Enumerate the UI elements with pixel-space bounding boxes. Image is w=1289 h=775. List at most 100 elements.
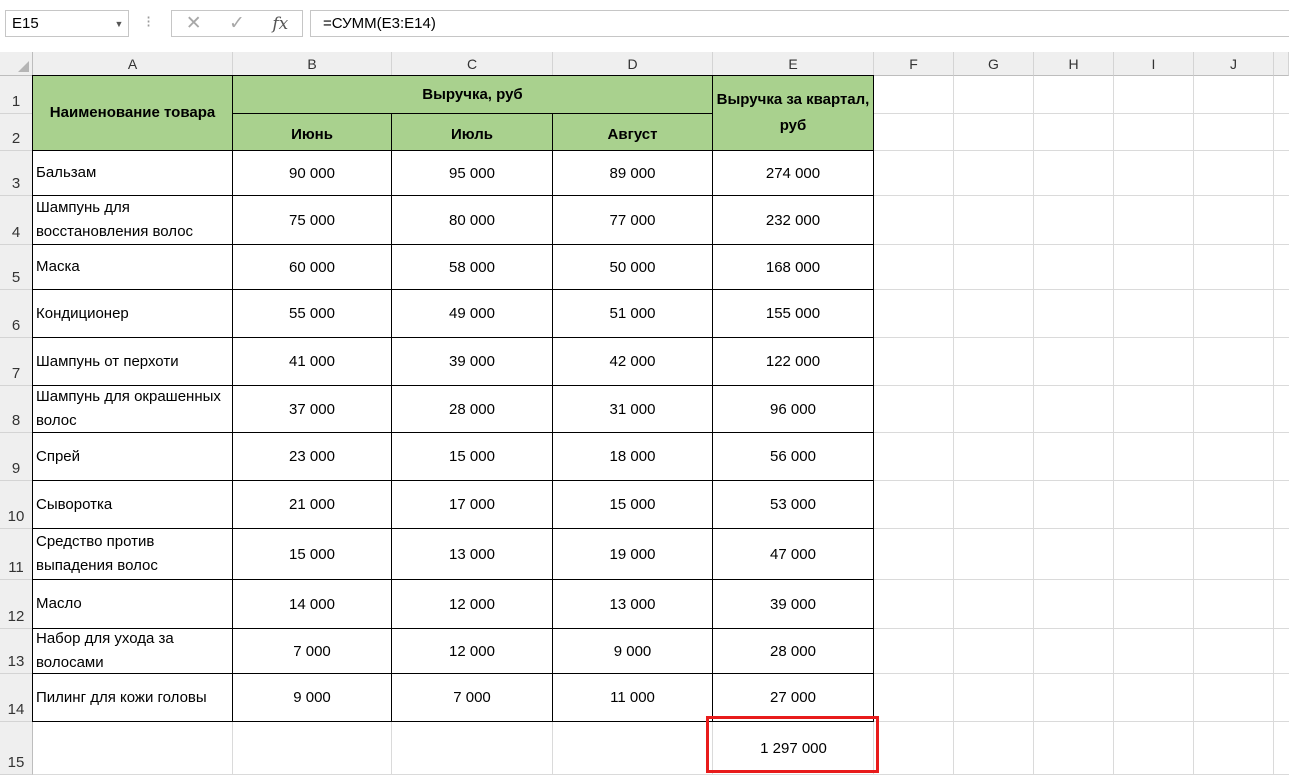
june-value-cell[interactable]: 90 000 [232,150,392,196]
row-header-7[interactable]: 7 [0,338,33,386]
row-header-14[interactable]: 14 [0,674,33,722]
column-header-e[interactable]: E [713,52,874,76]
row-header-13[interactable]: 13 [0,629,33,674]
august-value-cell[interactable]: 19 000 [552,528,713,580]
july-value-cell[interactable]: 17 000 [391,480,553,529]
formula-input[interactable]: =СУММ(E3:E14) [310,10,1289,37]
column-header-b[interactable]: B [233,52,392,76]
august-value-cell[interactable]: 89 000 [552,150,713,196]
select-all-button[interactable] [0,52,33,76]
header-revenue[interactable]: Выручка, руб [232,75,713,114]
quarter-total-cell[interactable]: 274 000 [712,150,874,196]
product-name-cell[interactable]: Шампунь для окрашенных волос [32,385,233,433]
june-value-cell[interactable]: 14 000 [232,579,392,629]
row-header-12[interactable]: 12 [0,580,33,629]
august-value-cell[interactable]: 51 000 [552,289,713,338]
drag-handle-icon[interactable]: ⁝ [146,14,152,34]
july-value-cell[interactable]: 7 000 [391,673,553,722]
july-value-cell[interactable]: 28 000 [391,385,553,433]
july-value-cell[interactable]: 58 000 [391,244,553,290]
column-header-g[interactable]: G [954,52,1034,76]
june-value-cell[interactable]: 41 000 [232,337,392,386]
august-value-cell[interactable]: 15 000 [552,480,713,529]
july-value-cell[interactable]: 95 000 [391,150,553,196]
header-month[interactable]: Июль [391,113,553,151]
row-header-10[interactable]: 10 [0,481,33,529]
july-value-cell[interactable]: 80 000 [391,195,553,245]
header-month[interactable]: Июнь [232,113,392,151]
quarter-total-cell[interactable]: 56 000 [712,432,874,481]
june-value-cell[interactable]: 60 000 [232,244,392,290]
column-header-c[interactable]: C [392,52,553,76]
row-header-5[interactable]: 5 [0,245,33,290]
june-value-cell[interactable]: 21 000 [232,480,392,529]
quarter-total-cell[interactable]: 122 000 [712,337,874,386]
quarter-total-cell[interactable]: 168 000 [712,244,874,290]
august-value-cell[interactable]: 18 000 [552,432,713,481]
july-value-cell[interactable]: 12 000 [391,579,553,629]
june-value-cell[interactable]: 15 000 [232,528,392,580]
column-header-f[interactable]: F [874,52,954,76]
product-name-cell[interactable]: Пилинг для кожи головы [32,673,233,722]
cancel-icon[interactable]: ✕ [186,12,202,35]
quarter-total-cell[interactable]: 232 000 [712,195,874,245]
row-header-11[interactable]: 11 [0,529,33,580]
product-name-cell[interactable]: Набор для ухода за волосами [32,628,233,674]
quarter-total-cell[interactable]: 155 000 [712,289,874,338]
row-header-9[interactable]: 9 [0,433,33,481]
june-value-cell[interactable]: 37 000 [232,385,392,433]
row-header-1[interactable]: 1 [0,76,33,114]
july-value-cell[interactable]: 39 000 [391,337,553,386]
june-value-cell[interactable]: 9 000 [232,673,392,722]
column-header-i[interactable]: I [1114,52,1194,76]
august-value-cell[interactable]: 77 000 [552,195,713,245]
insert-function-icon[interactable]: fx [272,14,288,34]
row-header-8[interactable]: 8 [0,386,33,433]
product-name-cell[interactable]: Спрей [32,432,233,481]
name-box[interactable]: E15 ▼ [5,10,129,37]
product-name-cell[interactable]: Бальзам [32,150,233,196]
quarter-total-cell[interactable]: 47 000 [712,528,874,580]
quarter-total-cell[interactable]: 39 000 [712,579,874,629]
august-value-cell[interactable]: 31 000 [552,385,713,433]
product-name-cell[interactable]: Сыворотка [32,480,233,529]
spreadsheet-grid[interactable]: ABCDEFGHIJ 1 2 3 4 5 6 7 8 9 10 11 12 13 14 15 Наимено… [0,52,1289,775]
june-value-cell[interactable]: 7 000 [232,628,392,674]
product-name-cell[interactable]: Средство против выпадения волос [32,528,233,580]
product-name-cell[interactable]: Кондиционер [32,289,233,338]
quarter-total-cell[interactable]: 27 000 [712,673,874,722]
quarter-total-cell[interactable]: 28 000 [712,628,874,674]
august-value-cell[interactable]: 11 000 [552,673,713,722]
column-header-d[interactable]: D [553,52,713,76]
row-header-3[interactable]: 3 [0,151,33,196]
july-value-cell[interactable]: 49 000 [391,289,553,338]
row-header-4[interactable]: 4 [0,196,33,245]
june-value-cell[interactable]: 23 000 [232,432,392,481]
header-product-name[interactable]: Наименование товара [32,75,233,151]
column-header-j[interactable]: J [1194,52,1274,76]
product-name-cell[interactable]: Шампунь для восстановления волос [32,195,233,245]
row-header-6[interactable]: 6 [0,290,33,338]
header-month[interactable]: Август [552,113,713,151]
july-value-cell[interactable]: 15 000 [391,432,553,481]
quarter-total-cell[interactable]: 96 000 [712,385,874,433]
quarter-total-cell[interactable]: 53 000 [712,480,874,529]
june-value-cell[interactable]: 75 000 [232,195,392,245]
column-header-next[interactable] [1274,52,1289,76]
column-header-h[interactable]: H [1034,52,1114,76]
june-value-cell[interactable]: 55 000 [232,289,392,338]
row-header-15[interactable]: 15 [0,722,33,775]
product-name-cell[interactable]: Шампунь от перхоти [32,337,233,386]
enter-icon[interactable]: ✓ [229,12,245,35]
header-quarter-revenue[interactable]: Выручка за квартал, руб [712,75,874,151]
row-header-2[interactable]: 2 [0,114,33,151]
august-value-cell[interactable]: 42 000 [552,337,713,386]
chevron-down-icon[interactable]: ▼ [110,19,128,29]
august-value-cell[interactable]: 50 000 [552,244,713,290]
product-name-cell[interactable]: Маска [32,244,233,290]
august-value-cell[interactable]: 9 000 [552,628,713,674]
july-value-cell[interactable]: 13 000 [391,528,553,580]
july-value-cell[interactable]: 12 000 [391,628,553,674]
august-value-cell[interactable]: 13 000 [552,579,713,629]
column-header-a[interactable]: A [33,52,233,76]
